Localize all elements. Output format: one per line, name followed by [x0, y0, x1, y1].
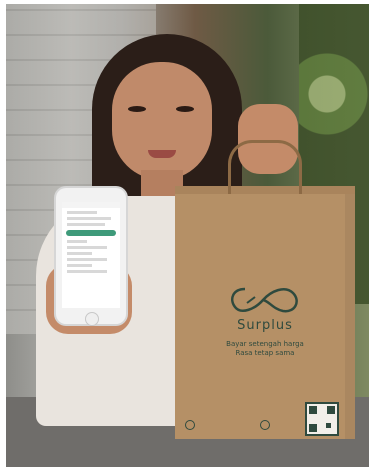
bag-tagline-line2: Rasa tetap sama — [235, 349, 295, 357]
face — [112, 62, 212, 180]
web-icon — [260, 420, 270, 430]
phone-screen — [62, 202, 120, 308]
right-eye — [176, 106, 194, 112]
bag-brand-text: Surplus — [237, 318, 293, 333]
surplus-logo — [231, 287, 298, 313]
left-eye — [128, 106, 146, 112]
instagram-icon — [185, 420, 195, 430]
qr-code — [305, 402, 339, 436]
smile — [148, 150, 176, 158]
bag-tagline-line1: Bayar setengah harga — [226, 340, 304, 348]
phone-home-button — [85, 312, 99, 326]
